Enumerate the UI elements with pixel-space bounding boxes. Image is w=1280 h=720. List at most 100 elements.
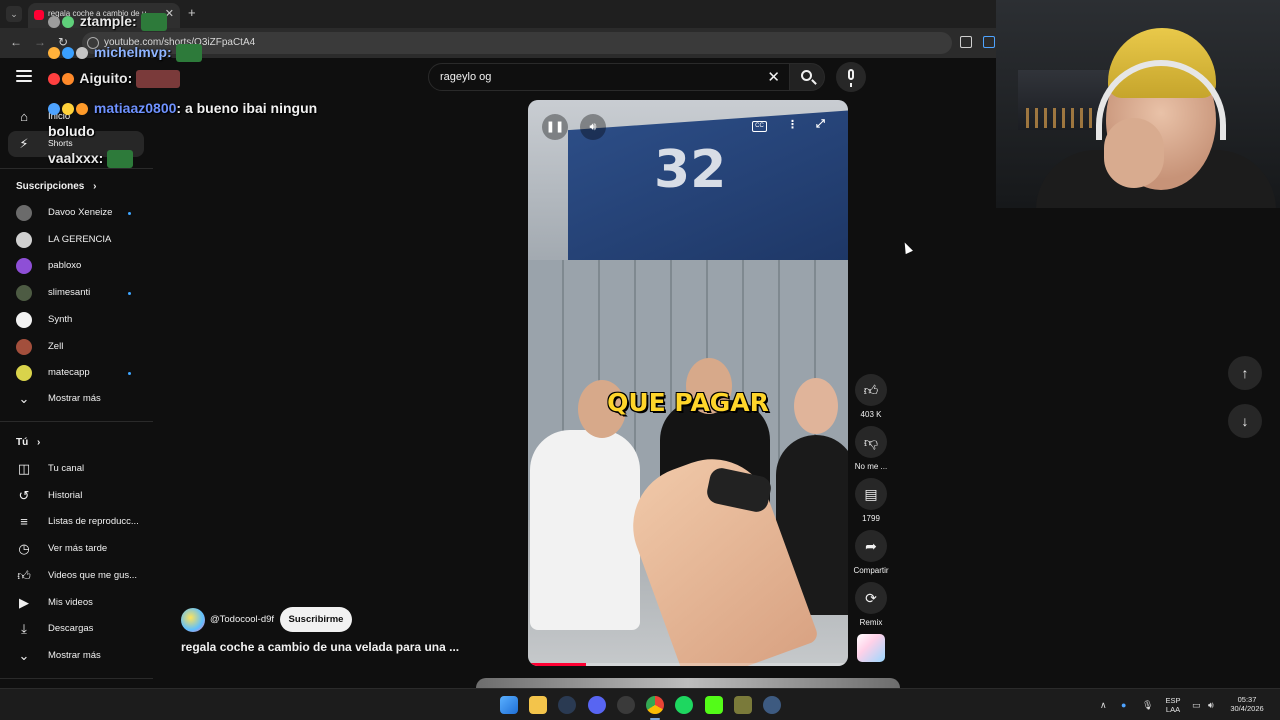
sidebar-item-you[interactable]: ◷ Ver más tarde — [0, 536, 153, 562]
language-indicator[interactable]: ESP LAA — [1162, 696, 1184, 714]
chat-badge-icon — [48, 73, 60, 86]
search-button[interactable] — [789, 63, 825, 91]
chat-badge-icon — [76, 47, 88, 60]
tab-list-button[interactable]: ⌄ — [6, 6, 22, 22]
clear-search-icon[interactable]: ✕ — [767, 68, 780, 86]
pause-button[interactable]: ❚❚ — [542, 114, 568, 140]
clock[interactable]: 05:37 30/4/2026 — [1222, 695, 1272, 713]
history-icon: ↺ — [18, 487, 30, 503]
search-input[interactable]: rageylo og ✕ — [428, 63, 790, 91]
chevron-right-icon: › — [37, 437, 41, 448]
share-action[interactable]: ➦ Compartir — [853, 530, 889, 575]
menu-icon[interactable] — [16, 70, 32, 82]
dislike-action[interactable]: 👎︎ No me ... — [855, 426, 887, 471]
ccleaner-icon[interactable] — [763, 696, 781, 714]
file-explorer-icon[interactable] — [529, 696, 547, 714]
volume-button[interactable]: 🔊︎ — [580, 114, 606, 140]
spotify-icon[interactable] — [675, 696, 693, 714]
divider — [0, 421, 153, 422]
sidebar-item-subscription[interactable]: Zell — [0, 334, 153, 360]
new-tab-button[interactable]: + — [188, 5, 196, 20]
chevron-down-icon: ⌄ — [18, 648, 30, 663]
remix-icon[interactable]: ⟳ — [855, 582, 887, 614]
search-icon — [801, 70, 812, 81]
search-query[interactable]: rageylo og — [440, 71, 491, 83]
sidebar-item-subscription[interactable]: LA GERENCIA — [0, 227, 153, 253]
show-more-subscriptions[interactable]: ⌄ Mostrar más — [0, 386, 153, 412]
sidebar-item-label: slimesanti — [48, 287, 91, 299]
previous-short-button[interactable]: ↑ — [1228, 356, 1262, 390]
like-icon[interactable]: 👍︎ — [855, 374, 887, 406]
like-action[interactable]: 👍︎ 403 K — [855, 374, 887, 419]
chat-username: Aiguito: — [79, 70, 133, 86]
back-arrow-icon[interactable]: ← — [10, 35, 22, 49]
extension-icon[interactable] — [983, 36, 995, 48]
comments-action[interactable]: ▤ 1799 — [855, 478, 887, 523]
language-code: ESP — [1165, 696, 1181, 705]
sidebar-item-you[interactable]: ↺ Historial — [0, 483, 153, 509]
sidebar-item-subscription[interactable]: pabloxo — [0, 253, 153, 279]
steam-icon[interactable] — [558, 696, 576, 714]
chevron-down-icon: ⌄ — [18, 391, 30, 406]
share-icon[interactable]: ➦ — [855, 530, 887, 562]
you-header[interactable]: Tú › — [16, 437, 40, 448]
fullscreen-icon[interactable]: ⤢ — [816, 118, 825, 131]
channel-avatar — [16, 311, 32, 328]
creator-avatar[interactable] — [181, 608, 205, 632]
tray-app-icon[interactable]: ● — [1121, 700, 1126, 710]
home-icon: ⌂ — [20, 109, 28, 124]
chrome-icon[interactable] — [646, 696, 664, 714]
comment-icon[interactable]: ▤ — [855, 478, 887, 510]
remix-action[interactable]: ⟳ Remix — [855, 582, 887, 627]
tray-mic-icon[interactable]: 🎙︎ — [1142, 700, 1153, 711]
chat-badge-icon — [62, 16, 74, 29]
subscriptions-header-label: Suscripciones — [16, 181, 85, 192]
url-field[interactable]: youtube.com/shorts/O3iZFpaCtA4 — [82, 32, 952, 54]
downloads-icon: ⤓ — [21, 621, 27, 637]
sidebar-item-label: LA GERENCIA — [48, 233, 112, 245]
captions-button[interactable]: CC — [752, 121, 767, 132]
app-icon[interactable] — [734, 696, 752, 714]
chat-username: michelmvp: — [93, 44, 172, 60]
kick-icon[interactable] — [705, 696, 723, 714]
start-icon[interactable] — [500, 696, 518, 714]
forward-arrow-icon[interactable]: → — [34, 35, 46, 49]
video-caption: QUE PAGAR — [607, 388, 769, 417]
tray-overflow-icon[interactable]: ∧ — [1100, 700, 1107, 711]
video-progress-bar[interactable] — [528, 663, 848, 666]
sidebar-item-label: Davoo Xeneize — [48, 207, 113, 218]
subscribe-button[interactable]: Suscribirme — [280, 607, 352, 632]
show-more-you[interactable]: ⌄ Mostrar más — [0, 643, 153, 669]
network-icon[interactable]: ▭ — [1192, 700, 1201, 711]
sidebar-item-label: Tu canal — [48, 463, 85, 474]
sidebar-item-label: Zell — [48, 340, 64, 352]
next-short-button[interactable]: ↓ — [1228, 404, 1262, 438]
sidebar-item-subscription[interactable]: matecapp — [0, 360, 153, 386]
chat-message: vaalxxx: — [48, 150, 134, 169]
short-title[interactable]: regala coche a cambio de una velada para… — [181, 640, 459, 654]
voice-search-button[interactable] — [836, 62, 866, 92]
sidebar-item-you[interactable]: 👍︎ Videos que me gus... — [0, 563, 153, 589]
divider — [0, 678, 153, 679]
sidebar-item-subscription[interactable]: Synth — [0, 307, 153, 333]
sidebar-item-you[interactable]: ▶ Mis videos — [0, 590, 153, 616]
channel-thumbnail[interactable] — [857, 634, 885, 662]
channel-avatar — [16, 285, 32, 302]
dislike-icon[interactable]: 👎︎ — [855, 426, 887, 458]
creator-handle[interactable]: @Todocool-d9f — [210, 614, 274, 625]
sidebar-item-label: pabloxo — [48, 260, 82, 272]
cast-icon[interactable] — [960, 36, 972, 48]
subscriptions-header[interactable]: Suscripciones › — [16, 181, 96, 192]
more-options-icon[interactable]: ⋮ — [787, 118, 798, 131]
obs-icon[interactable] — [617, 696, 635, 714]
discord-icon[interactable] — [588, 696, 606, 714]
sidebar-item-you[interactable]: ◫ Tu canal — [0, 456, 153, 482]
sidebar-item-subscription[interactable]: Davoo Xeneize — [0, 200, 153, 226]
sidebar-item-label: Ver más tarde — [48, 543, 108, 555]
new-content-dot — [128, 372, 131, 376]
sidebar-item-subscription[interactable]: slimesanti — [0, 280, 153, 306]
sidebar-item-you[interactable]: ≡ Listas de reproducc... — [0, 509, 153, 535]
short-video-player[interactable]: 32 QUE PAGAR ❚❚ 🔊︎ CC ⋮ ⤢ — [528, 100, 848, 666]
sidebar-item-you[interactable]: ⤓ Descargas — [0, 616, 153, 642]
volume-icon[interactable]: 🔊︎ — [1208, 700, 1214, 711]
